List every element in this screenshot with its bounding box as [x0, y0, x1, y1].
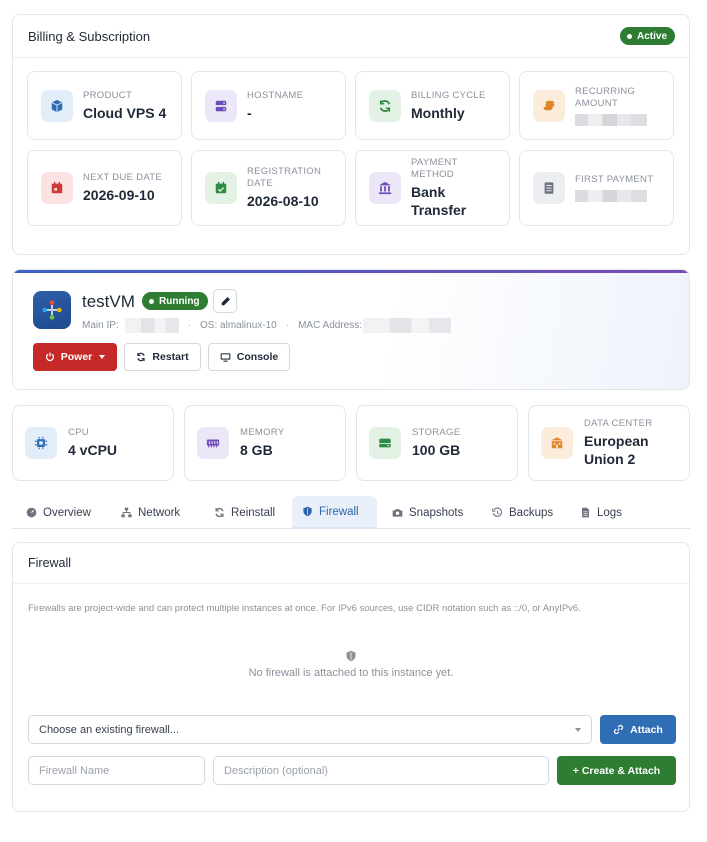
tab-bar: Overview Network Reinstall Firewall Snap… — [12, 496, 690, 529]
billing-grid: PRODUCT Cloud VPS 4 HOSTNAME - BILLING CYC… — [27, 71, 674, 226]
storage-icon — [369, 427, 401, 459]
tile-first-payment: FIRST PAYMENT — [519, 150, 674, 226]
main-ip-label: Main IP: — [82, 320, 119, 331]
os-logo — [33, 291, 71, 329]
server-icon — [205, 89, 237, 122]
history-icon — [492, 507, 502, 517]
tile-recurring-amount: RECURRING AMOUNT — [519, 71, 674, 140]
redacted-mac — [363, 318, 451, 333]
cube-icon — [41, 89, 73, 122]
file-icon — [582, 507, 589, 518]
redacted-value — [575, 113, 647, 126]
accent-bar — [13, 270, 689, 273]
tab-snapshots[interactable]: Snapshots — [382, 496, 473, 529]
redacted-value — [575, 190, 647, 202]
tile-next-due-date: NEXT DUE DATE 2026-09-10 — [27, 150, 182, 226]
building-icon — [541, 427, 573, 459]
calendar-check-icon — [205, 172, 237, 204]
firewall-name-input[interactable] — [28, 756, 205, 785]
bank-icon — [369, 172, 401, 204]
console-button[interactable]: Console — [208, 343, 290, 371]
refresh-icon — [137, 352, 146, 362]
camera-icon — [392, 509, 403, 517]
attach-button[interactable]: Attach — [600, 715, 676, 744]
resource-cpu: CPU 4 vCPU — [12, 405, 174, 481]
cpu-icon — [25, 427, 57, 459]
tab-backups[interactable]: Backups — [482, 496, 563, 529]
tab-network[interactable]: Network — [111, 496, 190, 529]
refresh-icon — [369, 89, 401, 122]
tab-firewall[interactable]: Firewall — [292, 496, 377, 529]
power-icon — [45, 352, 54, 362]
vm-name: testVM — [82, 292, 135, 311]
pencil-icon — [221, 296, 230, 305]
tile-registration-date: REGISTRATION DATE 2026-08-10 — [191, 150, 346, 226]
vm-card: testVM Running Main IP: · OS: almalinux-… — [12, 269, 690, 390]
firewall-note: Firewalls are project-wide and can prote… — [28, 603, 581, 614]
create-attach-button[interactable]: + Create & Attach — [557, 756, 676, 785]
firewall-select[interactable]: Choose an existing firewall... — [28, 715, 592, 744]
vm-meta: Main IP: · OS: almalinux-10 · MAC Addres… — [82, 318, 451, 333]
resource-storage: STORAGE 100 GB — [356, 405, 518, 481]
receipt-icon — [533, 172, 565, 204]
power-button[interactable]: Power — [33, 343, 117, 371]
tile-product: PRODUCT Cloud VPS 4 — [27, 71, 182, 140]
empty-state-text: No firewall is attached to this instance… — [248, 667, 454, 679]
tile-billing-cycle: BILLING CYCLE Monthly — [355, 71, 510, 140]
edit-name-button[interactable] — [213, 289, 237, 313]
firewall-card: Firewall Firewalls are project-wide and … — [12, 542, 690, 812]
billing-title: Billing & Subscription — [28, 28, 151, 44]
calendar-icon — [41, 172, 73, 204]
billing-header: Billing & Subscription Active — [13, 15, 689, 58]
resource-data-center: DATA CENTER European Union 2 — [528, 405, 690, 481]
tile-payment-method: PAYMENT METHOD Bank Transfer — [355, 150, 510, 226]
caret-down-icon — [575, 727, 581, 732]
almalinux-logo-icon — [42, 300, 62, 320]
caret-down-icon — [99, 355, 106, 359]
monitor-icon — [220, 352, 231, 362]
os-label: OS: almalinux-10 — [200, 320, 277, 331]
tile-hostname: HOSTNAME - — [191, 71, 346, 140]
shield-icon — [303, 506, 312, 517]
billing-card: Billing & Subscription Active PRODUCT Clo… — [12, 14, 690, 255]
firewall-title: Firewall — [13, 543, 689, 584]
status-badge: Active — [619, 27, 675, 45]
description-input[interactable] — [213, 756, 549, 785]
redacted-ip — [124, 318, 179, 333]
restart-button[interactable]: Restart — [124, 343, 201, 371]
status-badge: Running — [142, 292, 208, 310]
tab-logs[interactable]: Logs — [570, 496, 632, 529]
network-icon — [121, 507, 132, 518]
vm-actions: Power Restart Console — [33, 343, 290, 371]
shield-icon — [346, 650, 356, 662]
memory-icon — [197, 427, 229, 459]
refresh-icon — [215, 507, 224, 518]
gauge-icon — [26, 507, 37, 518]
mac-label: MAC Address: — [298, 320, 362, 331]
resource-memory: MEMORY 8 GB — [184, 405, 346, 481]
link-icon — [614, 724, 624, 735]
tab-reinstall[interactable]: Reinstall — [204, 496, 285, 529]
tab-overview[interactable]: Overview — [16, 496, 101, 529]
coins-icon — [533, 89, 565, 122]
